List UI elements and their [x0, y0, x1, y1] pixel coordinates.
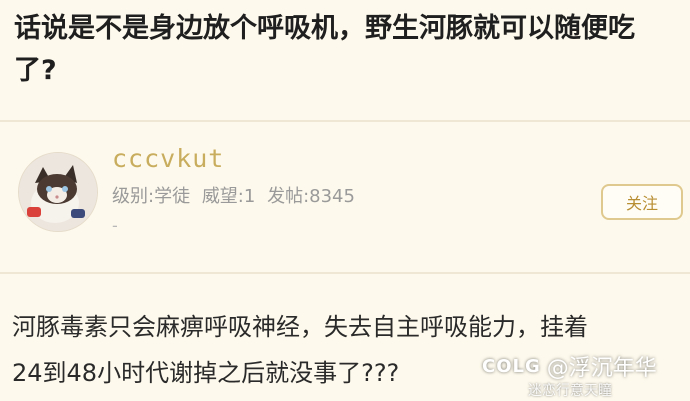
watermark-text: @浮沉年华	[546, 356, 657, 381]
reply-line-1: 河豚毒素只会麻痹呼吸神经，失去自主呼吸能力，挂着	[12, 313, 588, 341]
author-username[interactable]: cccvkut	[112, 144, 224, 173]
watermark: COLG @浮沉年华	[482, 350, 657, 382]
avatar[interactable]	[18, 152, 98, 232]
divider	[0, 272, 690, 274]
question-title: 话说是不是身边放个呼吸机，野生河豚就可以随便吃了?	[14, 13, 635, 86]
follow-button[interactable]: 关注	[601, 184, 683, 220]
author-level: 级别:学徒	[112, 186, 191, 207]
post-header: cccvkut 级别:学徒 威望:1 发帖:8345 - 关注	[0, 122, 690, 272]
cat-avatar-image	[19, 153, 97, 231]
author-extra: -	[112, 216, 118, 235]
author-prestige: 威望:1	[201, 186, 256, 207]
watermark-logo: COLG	[482, 355, 541, 377]
author-meta: 级别:学徒 威望:1 发帖:8345	[112, 182, 361, 208]
author-post-count: 发帖:8345	[267, 186, 355, 207]
watermark-subtext: 迷恋行意天瞳	[528, 383, 612, 399]
